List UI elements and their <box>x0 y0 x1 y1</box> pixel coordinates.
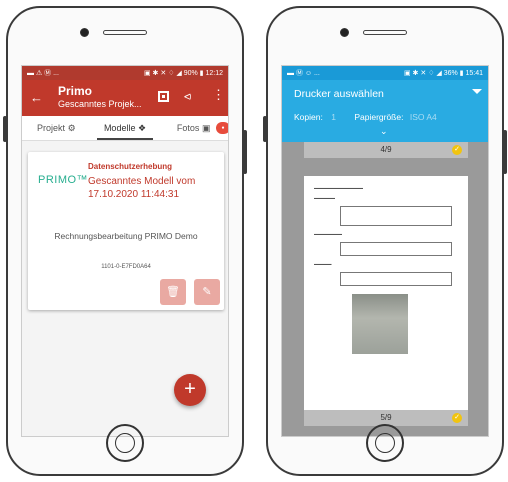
check-icon[interactable]: ✓ <box>452 413 462 423</box>
doc-text: ▬▬▬▬▬▬ <box>314 196 335 200</box>
expand-chevron-icon[interactable]: ⌄ <box>380 126 388 137</box>
pencil-icon: ✎ <box>202 286 212 298</box>
doc-table <box>340 272 452 286</box>
status-bar: ▬ Ⓜ ☺ ... ▣ ✱ ✕ ♢ ◢ 36% ▮ 15:41 <box>282 66 488 80</box>
app-bar: ← Primo Gescanntes Projek... ⪦ ⋮ <box>22 80 228 116</box>
screenshot-image <box>352 294 408 354</box>
model-card[interactable]: PRIMO™ Datenschutzerhebung Gescanntes Mo… <box>28 152 224 310</box>
doc-text: ▬▬▬▬▬▬▬▬▬▬▬▬▬▬ <box>314 186 363 190</box>
delete-button[interactable]: 🗑 <box>160 279 186 305</box>
tab-bar: Projekt ⚙ Modelle ❖ Fotos ▣ ● <box>22 116 228 141</box>
tab-label: Modelle <box>103 123 136 133</box>
home-button[interactable] <box>366 424 404 462</box>
left-phone: ▬ ⚠ Ⓜ ... ▣ ✱ ✕ ♢ ◢ 90% ▮ 12:12 ← Primo … <box>3 6 247 476</box>
tab-label: Fotos <box>176 123 200 133</box>
print-options: Kopien: 1 Papiergröße: ISO A4 <box>294 112 437 122</box>
camera-icon <box>80 28 89 37</box>
qr-code-icon[interactable] <box>158 91 169 102</box>
tab-modelle[interactable]: Modelle ❖ <box>91 116 160 140</box>
add-button[interactable]: + <box>174 374 206 406</box>
speaker <box>363 30 407 35</box>
tab-label: Projekt <box>37 123 66 133</box>
primo-logo: PRIMO™ <box>38 174 89 186</box>
speaker <box>103 30 147 35</box>
paper-value[interactable]: ISO A4 <box>410 112 437 122</box>
page-number: 5/9 <box>380 413 392 422</box>
tab-fotos[interactable]: Fotos ▣ ● <box>159 116 228 140</box>
print-header: Drucker auswählen Kopien: 1 Papiergröße:… <box>282 80 488 142</box>
screen: ▬ ⚠ Ⓜ ... ▣ ✱ ✕ ♢ ◢ 90% ▮ 12:12 ← Primo … <box>21 65 229 437</box>
edit-button[interactable]: ✎ <box>194 279 220 305</box>
right-phone: ▬ Ⓜ ☺ ... ▣ ✱ ✕ ♢ ◢ 36% ▮ 15:41 Drucker … <box>263 6 507 476</box>
paper-label: Papiergröße: <box>354 112 404 122</box>
check-icon[interactable]: ✓ <box>452 145 462 155</box>
doc-text: ▬▬▬▬▬▬▬▬ <box>314 232 342 236</box>
side-button <box>243 130 247 174</box>
camera-icon <box>340 28 349 37</box>
app-title: Primo <box>58 84 93 98</box>
status-left: ▬ Ⓜ ☺ ... <box>287 70 320 77</box>
screen: ▬ Ⓜ ☺ ... ▣ ✱ ✕ ♢ ◢ 36% ▮ 15:41 Drucker … <box>281 65 489 437</box>
status-left: ▬ ⚠ Ⓜ ... <box>27 70 59 77</box>
more-vert-icon[interactable]: ⋮ <box>212 87 225 103</box>
doc-table <box>340 206 452 226</box>
cubes-icon: ❖ <box>137 123 147 133</box>
doc-text: ▬▬▬▬▬ <box>314 262 332 266</box>
home-button[interactable] <box>106 424 144 462</box>
card-type: Datenschutzerhebung <box>88 162 173 171</box>
status-right: ▣ ✱ ✕ ♢ ◢ 36% ▮ 15:41 <box>404 70 483 77</box>
share-icon[interactable]: ⪦ <box>184 88 191 104</box>
doc-table <box>340 242 452 256</box>
side-button <box>3 116 7 142</box>
copies-value[interactable]: 1 <box>331 112 336 122</box>
card-title: Gescanntes Modell vom 17.10.2020 11:44:3… <box>88 176 196 200</box>
page-indicator: 4/9 ✓ <box>304 142 468 158</box>
gear-icon: ⚙ <box>67 123 76 133</box>
back-arrow-icon[interactable]: ← <box>30 90 43 105</box>
side-button <box>263 116 267 142</box>
document-page: ▬▬▬▬▬▬▬▬▬▬▬▬▬▬ ▬▬▬▬▬▬ ▬▬▬▬▬▬▬▬ ▬▬▬▬▬ <box>304 176 468 416</box>
printer-select[interactable]: Drucker auswählen <box>294 88 384 100</box>
page-number: 4/9 <box>380 145 392 154</box>
trash-icon: 🗑 <box>166 286 180 298</box>
image-icon: ▣ <box>201 123 211 133</box>
side-button <box>503 130 507 174</box>
copies-label: Kopien: <box>294 112 323 122</box>
tab-projekt[interactable]: Projekt ⚙ <box>22 116 91 140</box>
status-right: ▣ ✱ ✕ ♢ ◢ 90% ▮ 12:12 <box>144 70 223 77</box>
status-bar: ▬ ⚠ Ⓜ ... ▣ ✱ ✕ ♢ ◢ 90% ▮ 12:12 <box>22 66 228 80</box>
dropdown-arrow-icon[interactable] <box>472 89 482 94</box>
card-code: 1101-0-E7FD0A64 <box>101 264 151 270</box>
card-description: Rechnungsbearbeitung PRIMO Demo <box>54 231 198 241</box>
app-subtitle: Gescanntes Projek... <box>58 99 142 109</box>
new-badge: ● <box>216 122 228 134</box>
